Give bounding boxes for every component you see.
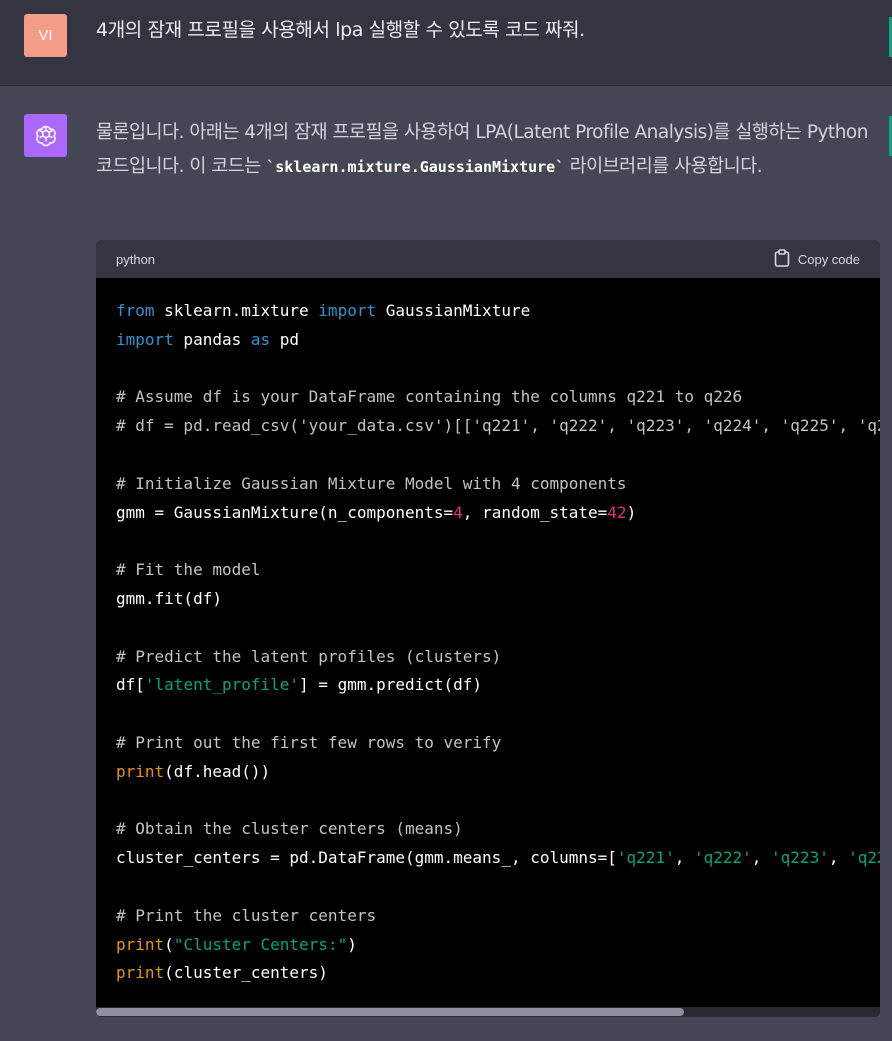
code-token: cluster_centers = pd.DataFrame(gmm.means… <box>116 848 617 868</box>
code-line: # Print the cluster centers <box>116 902 880 931</box>
code-line: from sklearn.mixture import GaussianMixt… <box>116 297 880 326</box>
code-token: # Obtain the cluster centers (means) <box>116 819 463 839</box>
code-token: 4 <box>453 502 463 522</box>
scrollbar-thumb[interactable] <box>96 1008 684 1016</box>
openai-logo-icon <box>24 114 67 157</box>
code-line: df['latent_profile'] = gmm.predict(df) <box>116 671 880 700</box>
answer-intro-tail: 라이브러리를 사용합니다. <box>564 156 763 177</box>
code-line: gmm.fit(df) <box>116 585 880 614</box>
code-token: , random_state= <box>462 502 608 522</box>
copy-code-label: Copy code <box>797 252 860 267</box>
code-token: gmm.fit(df) <box>116 588 222 608</box>
code-token: print <box>116 761 165 781</box>
code-token: pd <box>270 329 300 349</box>
assistant-message-row: 물론입니다. 아래는 4개의 잠재 프로필을 사용하여 LPA(Latent P… <box>0 86 892 1041</box>
code-token: from <box>116 301 155 320</box>
code-token: 'q224' <box>848 848 880 868</box>
code-token: df[ <box>116 675 145 695</box>
code-token: 'latent_profile' <box>144 675 300 695</box>
copy-code-button[interactable]: Copy code <box>774 249 860 270</box>
code-line: # Predict the latent profiles (clusters) <box>116 643 880 672</box>
code-token: # Predict the latent profiles (clusters) <box>116 646 502 666</box>
code-token: (cluster_centers) <box>164 963 328 983</box>
code-line: print("Cluster Centers:") <box>116 931 880 960</box>
code-token: pandas <box>173 329 251 349</box>
code-token: print <box>116 934 165 954</box>
code-token: # Initialize Gaussian Mixture Model with… <box>116 473 627 493</box>
code-token: GaussianMixture <box>376 301 531 320</box>
code-token: , <box>751 848 772 868</box>
code-token: ) <box>347 934 357 954</box>
code-token: print <box>116 963 165 983</box>
user-message-row: VI 4개의 잠재 프로필을 사용해서 lpa 실행할 수 있도록 코드 짜줘. <box>0 0 892 86</box>
assistant-answer-text: 물론입니다. 아래는 4개의 잠재 프로필을 사용하여 LPA(Latent P… <box>96 116 876 184</box>
code-token: 'q221' <box>616 848 675 868</box>
code-line: import pandas as pd <box>116 326 880 355</box>
code-token: ] = gmm.predict(df) <box>299 675 483 695</box>
code-token: # Print the cluster centers <box>116 905 377 925</box>
code-token: import <box>116 329 174 349</box>
code-line: cluster_centers = pd.DataFrame(gmm.means… <box>116 844 880 873</box>
code-token: # df = pd.read_csv('your_data.csv')[['q2… <box>116 416 880 436</box>
user-message-text: 4개의 잠재 프로필을 사용해서 lpa 실행할 수 있도록 코드 짜줘. <box>96 19 585 41</box>
code-token: # Assume df is your DataFrame containing… <box>116 387 743 407</box>
code-token: ) <box>626 502 637 522</box>
code-token: gmm = GaussianMixture(n_components= <box>116 502 454 522</box>
clipboard-icon <box>774 249 790 270</box>
user-avatar: VI <box>24 14 67 57</box>
horizontal-scrollbar[interactable] <box>96 1007 880 1017</box>
code-token: import <box>318 301 377 320</box>
code-line: # Assume df is your DataFrame containing… <box>116 383 880 412</box>
code-body: from sklearn.mixture import GaussianMixt… <box>116 297 880 988</box>
code-block: python Copy code from sklearn.mixture im… <box>96 240 880 1017</box>
code-token: 42 <box>607 502 627 522</box>
code-line: # Initialize Gaussian Mixture Model with… <box>116 470 880 499</box>
code-token: (df.head()) <box>164 761 271 781</box>
code-line: # df = pd.read_csv('your_data.csv')[['q2… <box>116 412 880 441</box>
code-token: 'q222' <box>693 848 752 868</box>
code-token: sklearn.mixture <box>154 301 319 320</box>
code-line: print(df.head()) <box>116 758 880 787</box>
code-line: # Fit the model <box>116 556 880 585</box>
code-language-label: python <box>116 252 156 267</box>
code-line: print(cluster_centers) <box>116 959 880 988</box>
code-token: , <box>828 848 849 868</box>
code-token: # Print out the first few rows to verify <box>116 732 502 752</box>
code-line: # Print out the first few rows to verify <box>116 729 880 758</box>
code-token: # Fit the model <box>116 560 261 580</box>
code-line: # Obtain the cluster centers (means) <box>116 815 880 844</box>
code-token: "Cluster Centers:" <box>173 934 348 954</box>
code-token: as <box>250 329 271 349</box>
code-token: 'q223' <box>771 848 829 868</box>
code-block-header: python Copy code <box>96 240 880 278</box>
code-token: ( <box>164 934 174 954</box>
inline-code-library: `sklearn.mixture.GaussianMixture` <box>266 158 565 176</box>
code-line: gmm = GaussianMixture(n_components=4, ra… <box>116 499 880 528</box>
code-token: , <box>674 848 694 868</box>
